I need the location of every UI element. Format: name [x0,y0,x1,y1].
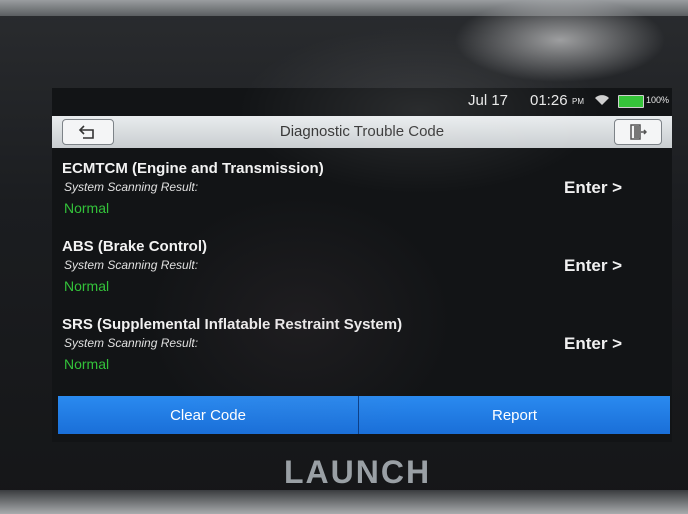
system-name: ECMTCM (Engine and Transmission) [62,160,324,177]
battery-level: 100% [646,95,670,105]
system-scan-label: System Scanning Result: [64,258,199,272]
page-title: Diagnostic Trouble Code [279,123,445,140]
device-frame-top [0,0,688,16]
system-item-ecmtcm: ECMTCM (Engine and Transmission) System … [52,160,672,238]
enter-button-srs[interactable]: Enter > [564,334,622,354]
system-item-srs: SRS (Supplemental Inflatable Restraint S… [52,316,672,394]
device-body: Jul 17 01:26 PM 100% Diagnostic Trouble … [0,0,688,514]
clear-code-button[interactable]: Clear Code [58,396,359,434]
launch-logo: LAUNCH [284,454,432,490]
device-frame-bottom [0,490,688,514]
enter-button-abs[interactable]: Enter > [564,256,622,276]
system-name: ABS (Brake Control) [62,238,208,255]
system-scan-result: Normal [64,278,110,294]
status-bar: Jul 17 01:26 PM 100% [52,88,672,112]
system-scan-label: System Scanning Result: [64,180,199,194]
battery-icon [618,95,644,108]
exit-button[interactable] [614,119,662,145]
wifi-icon [595,95,609,105]
exit-icon [630,124,647,140]
report-button[interactable]: Report [359,396,670,434]
system-name: SRS (Supplemental Inflatable Restraint S… [62,316,403,333]
status-am-pm: PM [572,97,584,106]
system-item-abs: ABS (Brake Control) System Scanning Resu… [52,238,672,316]
system-scan-result: Normal [64,200,110,216]
system-scan-label: System Scanning Result: [64,336,199,350]
system-scan-result: Normal [64,356,110,372]
title-bar: Diagnostic Trouble Code [52,116,672,148]
status-date: Jul 17 [468,92,509,109]
screen: Jul 17 01:26 PM 100% Diagnostic Trouble … [52,88,672,442]
action-bar: Clear Code Report [58,396,670,434]
enter-button-ecmtcm[interactable]: Enter > [564,178,622,198]
status-time: 01:26 [530,92,568,109]
